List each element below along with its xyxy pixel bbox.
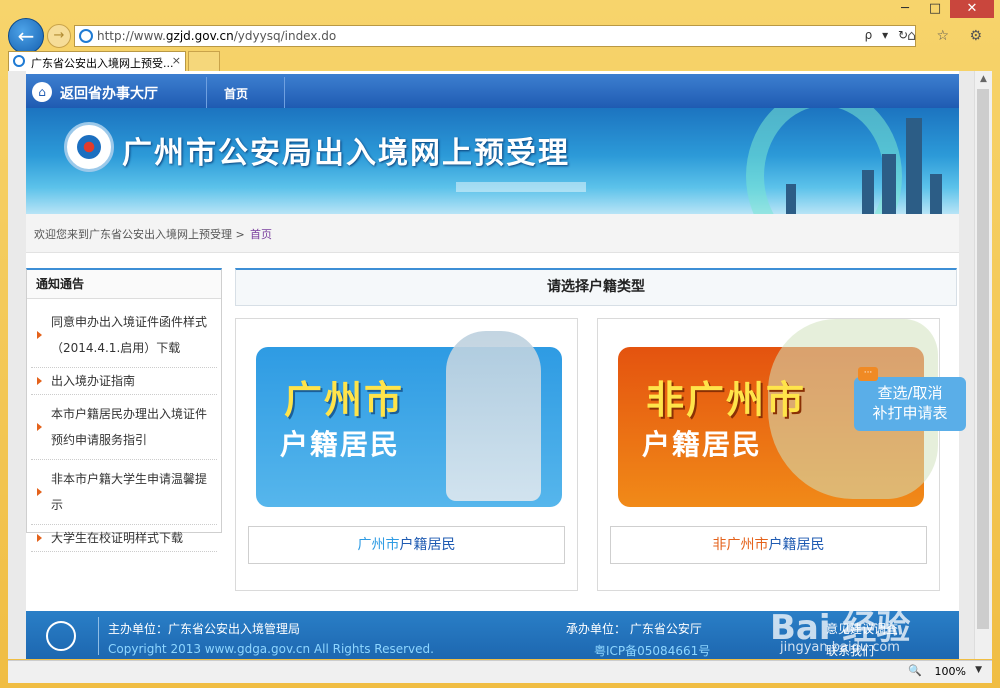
window-controls: ─ □ ✕ (890, 0, 994, 18)
card-image-title: 广州市 (284, 378, 405, 422)
reprint-application-float-button[interactable]: ··· 查选/取消 补打申请表 (854, 367, 966, 431)
address-tools-icons[interactable]: ρ ▾ ↻ (865, 28, 911, 42)
banner-title: 广州市公安局出入境网上预受理 (122, 136, 570, 171)
tower-decoration (906, 118, 922, 214)
notice-item[interactable]: 大学生在校证明样式下载 (31, 525, 217, 552)
breadcrumb: 欢迎您来到广东省公安出入境网上预受理 > 首页 (26, 214, 959, 253)
address-url[interactable]: http://www.gzjd.gov.cn/ydyysq/index.do (97, 29, 336, 43)
vertical-scrollbar[interactable]: ▲ (974, 71, 992, 659)
close-window-button[interactable]: ✕ (950, 0, 994, 18)
zoom-level[interactable]: 100% (935, 665, 966, 678)
forward-button[interactable]: → (47, 24, 71, 48)
zoom-icon[interactable]: 🔍 (908, 664, 922, 677)
guangzhou-resident-image[interactable]: 广州市 户籍居民 (256, 331, 562, 507)
breadcrumb-home-link[interactable]: 首页 (250, 226, 272, 242)
browser-tab[interactable]: 广东省公安出入境网上预受... × (8, 51, 186, 71)
skyline-decoration (456, 182, 586, 192)
banner-wave-decoration (746, 108, 902, 214)
footer-icp-link[interactable]: 粤ICP备05084661号 (594, 642, 710, 659)
site-nav: ⌂ 返回省办事大厅 首页 (26, 74, 959, 111)
tab-title: 广东省公安出入境网上预受... (31, 57, 174, 70)
police-emblem-icon (64, 122, 114, 172)
footer-organizer: 承办单位： 广东省公安厅 (566, 622, 702, 636)
card-image-subtitle: 户籍居民 (280, 428, 401, 461)
tower-decoration (862, 170, 874, 214)
back-button[interactable]: ← (8, 18, 44, 54)
footer-logo-icon (46, 621, 76, 651)
notice-item[interactable]: 同意申办出入境证件函件样式（2014.4.1.启用）下载 (31, 303, 217, 368)
card-image-title: 非广州市 (646, 378, 807, 422)
home-icon[interactable]: ⌂ (32, 82, 52, 102)
non-guangzhou-resident-button[interactable]: 非广州市户籍居民 (610, 526, 927, 564)
tower-decoration (882, 154, 896, 214)
zoom-dropdown-icon[interactable]: ▼ (975, 665, 982, 675)
scroll-up-arrow-icon[interactable]: ▲ (975, 71, 992, 88)
breadcrumb-welcome: 欢迎您来到广东省公安出入境网上预受理 > (34, 228, 245, 241)
notice-item[interactable]: 本市户籍居民办理出入境证件预约申请服务指引 (31, 395, 217, 460)
tab-close-icon[interactable]: × (172, 54, 181, 67)
footer-copyright: Copyright 2013 www.gdga.gov.cn All Right… (108, 642, 434, 656)
notice-item[interactable]: 非本市户籍大学生申请温馨提示 (31, 460, 217, 525)
scrollbar-thumb[interactable] (977, 89, 989, 629)
new-tab-button[interactable] (188, 51, 220, 71)
notice-list: 同意申办出入境证件函件样式（2014.4.1.启用）下载 出入境办证指南 本市户… (27, 299, 221, 552)
card-image-subtitle: 户籍居民 (642, 428, 763, 461)
chat-icon: ··· (858, 367, 878, 381)
guangzhou-resident-button[interactable]: 广州市户籍居民 (248, 526, 565, 564)
tower-decoration (786, 184, 796, 214)
ie-page-icon (79, 29, 93, 43)
notice-panel: 通知通告 同意申办出入境证件函件样式（2014.4.1.启用）下载 出入境办证指… (26, 268, 222, 552)
nav-divider (206, 77, 207, 111)
browser-tools-icons[interactable]: ⌂ ☆ ⚙ (907, 28, 990, 44)
tower-decoration (930, 174, 942, 214)
goat-statue-image (446, 331, 541, 501)
footer-divider (98, 617, 99, 655)
page-viewport: ⌂ 返回省办事大厅 首页 广州市公安局出入境网上预受理 欢迎您来到广东省公安出入… (8, 71, 992, 659)
browser-window: ─ □ ✕ ← → http://www.gzjd.gov.cn/ydyysq/… (0, 0, 1000, 688)
notice-title: 通知通告 (27, 270, 221, 299)
select-type-heading: 请选择户籍类型 (235, 268, 957, 306)
notice-item[interactable]: 出入境办证指南 (31, 368, 217, 395)
tab-favicon-icon (13, 55, 25, 67)
footer-host: 主办单位：广东省公安出入境管理局 (108, 622, 301, 636)
status-bar: 🔍 100% ▼ (8, 660, 992, 683)
watermark-url: jingyan.baidu.com (780, 640, 900, 655)
float-button-line1: 查选/取消 (877, 384, 943, 402)
maximize-button[interactable]: □ (920, 0, 950, 18)
address-bar[interactable]: http://www.gzjd.gov.cn/ydyysq/index.do ρ… (74, 25, 916, 47)
card-non-guangzhou-resident: 非广州市 户籍居民 非广州市户籍居民 (597, 318, 940, 591)
float-button-line2: 补打申请表 (872, 404, 948, 422)
card-guangzhou-resident: 广州市 户籍居民 广州市户籍居民 (235, 318, 578, 591)
nav-divider (284, 77, 285, 111)
minimize-button[interactable]: ─ (890, 0, 920, 18)
nav-home-link[interactable]: 首页 (224, 85, 248, 102)
web-page: ⌂ 返回省办事大厅 首页 广州市公安局出入境网上预受理 欢迎您来到广东省公安出入… (26, 71, 959, 659)
banner: 广州市公安局出入境网上预受理 (26, 108, 959, 214)
back-to-hall-link[interactable]: 返回省办事大厅 (60, 83, 158, 103)
